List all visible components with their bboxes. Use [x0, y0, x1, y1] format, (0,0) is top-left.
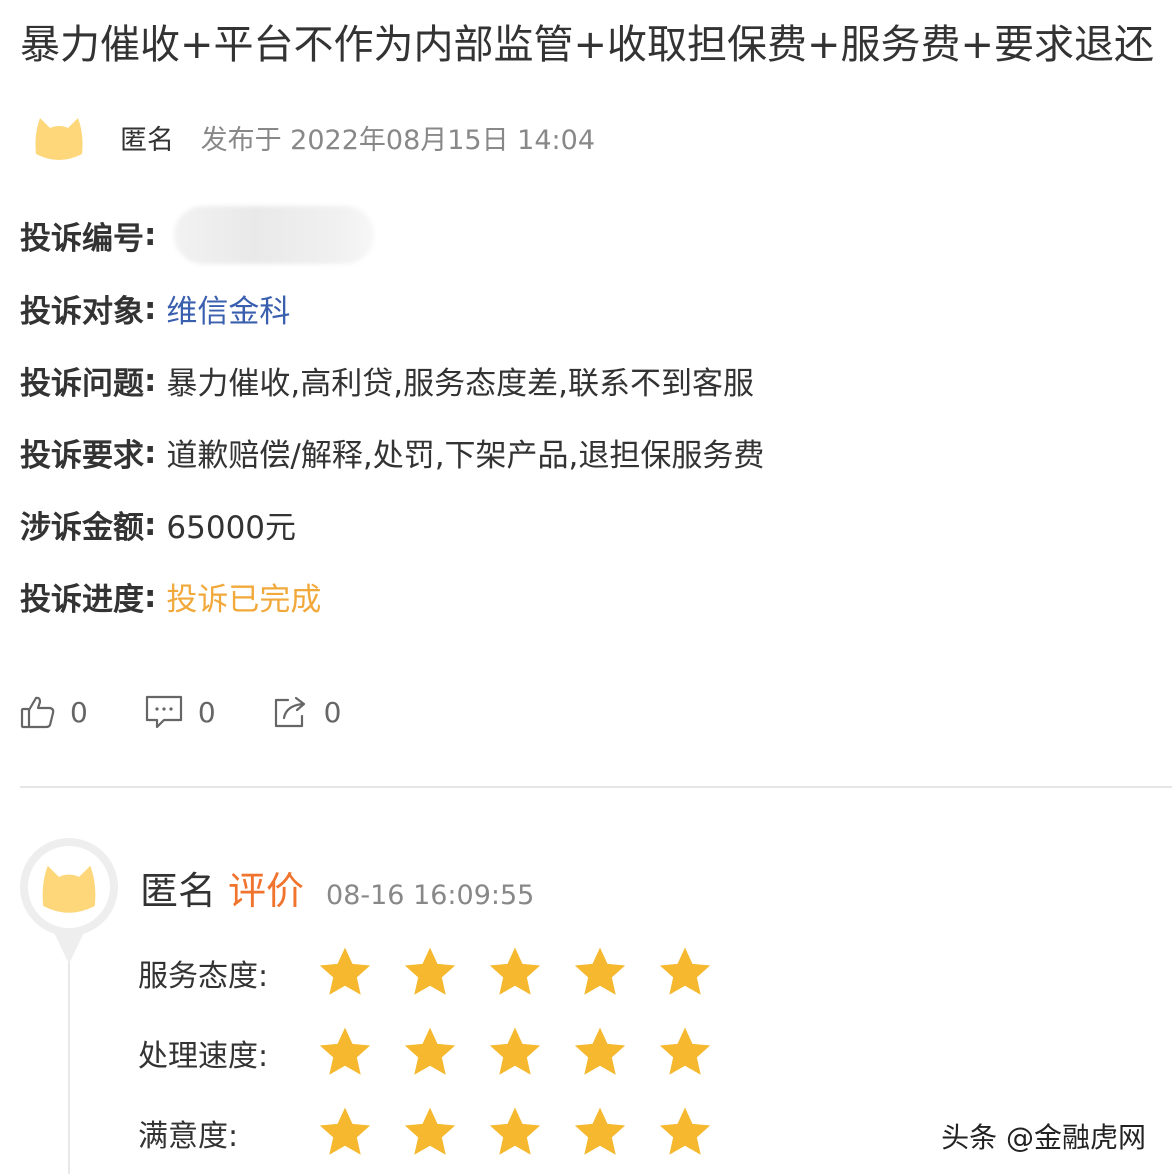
status-badge: 投诉已完成 [166, 582, 322, 618]
comment-icon [145, 695, 182, 729]
star-icon [319, 947, 371, 995]
field-value: 65000元 [166, 510, 297, 546]
field-amount: 涉诉金额 : 65000元 [20, 502, 296, 547]
star-rating [316, 944, 741, 1002]
star-icon [574, 947, 626, 995]
rating-label: 满意度: [138, 1119, 239, 1154]
field-colon: : [144, 362, 157, 399]
post-date: 发布于 2022年08月15日 14:04 [200, 125, 595, 156]
field-label: 投诉问题 [20, 366, 144, 402]
star-icon [489, 1107, 541, 1155]
star-rating [316, 1024, 741, 1082]
post-meta: 匿名 发布于 2022年08月15日 14:04 [120, 118, 595, 157]
action-bar: 0 0 0 [20, 690, 397, 734]
field-value: 暴力催收,高利贷,服务态度差,联系不到客服 [166, 366, 754, 402]
watermark: 头条 @金融虎网 [941, 1121, 1146, 1154]
star-icon [574, 1107, 626, 1155]
rating-service: 服务态度: [138, 944, 741, 1002]
field-colon: : [144, 434, 157, 471]
star-rating [316, 1104, 741, 1162]
rating-label: 处理速度: [138, 1039, 269, 1074]
section-divider [20, 786, 1172, 788]
reviewer-avatar[interactable] [28, 846, 110, 928]
post-title: 暴力催收+平台不作为内部监管+收取担保费+服务费+要求退还 [20, 22, 1155, 68]
field-colon: : [144, 506, 157, 543]
target-link[interactable]: 维信金科 [166, 286, 290, 331]
star-icon [319, 1107, 371, 1155]
review-tag: 评价 [228, 869, 305, 913]
like-button[interactable]: 0 [20, 694, 88, 730]
cat-avatar-icon [26, 104, 92, 170]
field-number: 投诉编号 : [20, 206, 375, 264]
thumbs-up-icon [20, 696, 55, 729]
author-avatar[interactable] [22, 100, 96, 174]
star-icon [659, 1107, 711, 1155]
field-label: 投诉进度 [20, 582, 144, 618]
timeline-line [68, 950, 70, 1174]
cat-avatar-icon [32, 850, 106, 924]
comment-count: 0 [197, 695, 216, 729]
share-icon [274, 696, 305, 728]
field-colon: : [144, 217, 157, 253]
field-progress: 投诉进度 : 投诉已完成 [20, 574, 321, 619]
star-icon [404, 1027, 456, 1075]
field-colon: : [144, 578, 157, 615]
field-colon: : [144, 290, 157, 327]
field-label: 投诉要求 [20, 438, 144, 474]
star-icon [659, 1027, 711, 1075]
field-issue: 投诉问题 : 暴力催收,高利贷,服务态度差,联系不到客服 [20, 358, 754, 403]
like-count: 0 [70, 695, 88, 729]
field-label: 涉诉金额 [20, 510, 144, 546]
comment-button[interactable]: 0 [144, 694, 216, 730]
rating-speed: 处理速度: [138, 1024, 741, 1082]
star-icon [489, 1027, 541, 1075]
rating-label: 服务态度: [138, 959, 269, 994]
redacted-number [174, 206, 375, 264]
field-value: 道歉赔偿/解释,处罚,下架产品,退担保服务费 [166, 438, 765, 474]
field-target: 投诉对象 : 维信金科 [20, 286, 290, 331]
share-button[interactable]: 0 [272, 694, 342, 730]
star-icon [574, 1027, 626, 1075]
review-time: 08-16 16:09:55 [326, 880, 535, 911]
author-name[interactable]: 匿名 [120, 125, 174, 156]
rating-satisfaction: 满意度: [138, 1104, 741, 1162]
star-icon [404, 1107, 456, 1155]
star-icon [659, 947, 711, 995]
review-header: 匿名 评价 08-16 16:09:55 [140, 860, 534, 915]
share-count: 0 [323, 695, 342, 729]
reviewer-name[interactable]: 匿名 [140, 860, 216, 915]
star-icon [319, 1027, 371, 1075]
field-request: 投诉要求 : 道歉赔偿/解释,处罚,下架产品,退担保服务费 [20, 430, 764, 475]
field-label: 投诉编号 [20, 220, 144, 257]
field-label: 投诉对象 [20, 294, 144, 330]
star-icon [489, 947, 541, 995]
star-icon [404, 947, 456, 995]
